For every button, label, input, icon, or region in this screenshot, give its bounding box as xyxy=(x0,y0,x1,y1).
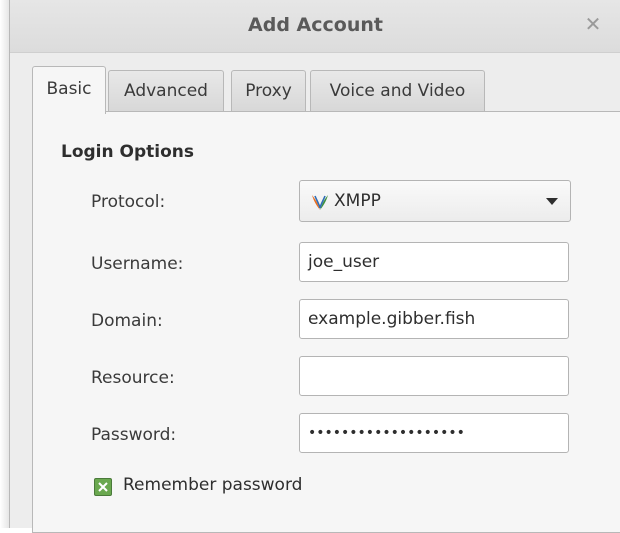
background-edge xyxy=(0,0,9,528)
title-bar[interactable]: Add Account ✕ xyxy=(10,0,620,53)
password-field[interactable]: ••••••••••••••••••• xyxy=(299,413,569,453)
tab-label: Basic xyxy=(46,79,92,99)
tab-voice-and-video[interactable]: Voice and Video xyxy=(310,70,485,111)
tab-label: Proxy xyxy=(245,81,292,101)
basic-tab-panel: Login Options Protocol: XMPP Username: j… xyxy=(32,111,620,533)
close-button[interactable]: ✕ xyxy=(583,12,603,36)
check-icon xyxy=(98,482,108,492)
add-account-dialog: Add Account ✕ Basic Advanced Proxy Voice… xyxy=(9,0,620,533)
tab-label: Voice and Video xyxy=(329,81,466,101)
tab-basic[interactable]: Basic xyxy=(32,66,106,114)
resource-field[interactable] xyxy=(299,356,569,396)
remember-password-checkbox[interactable] xyxy=(94,478,112,496)
domain-field[interactable]: example.gibber.fish xyxy=(299,299,569,339)
xmpp-logo-icon xyxy=(312,195,328,210)
tab-label: Advanced xyxy=(124,81,208,101)
protocol-label: Protocol: xyxy=(91,192,166,212)
remember-password-label[interactable]: Remember password xyxy=(123,475,302,495)
chevron-down-icon xyxy=(546,198,558,205)
dialog-title: Add Account xyxy=(248,14,383,36)
protocol-select[interactable]: XMPP xyxy=(299,180,571,222)
username-field[interactable]: joe_user xyxy=(299,242,569,282)
username-label: Username: xyxy=(91,254,184,274)
tab-proxy[interactable]: Proxy xyxy=(231,70,306,111)
password-label: Password: xyxy=(91,425,177,445)
tab-advanced[interactable]: Advanced xyxy=(108,70,224,111)
close-icon: ✕ xyxy=(584,12,602,36)
protocol-value: XMPP xyxy=(334,191,381,211)
section-title-login-options: Login Options xyxy=(61,142,195,162)
domain-label: Domain: xyxy=(91,311,163,331)
resource-label: Resource: xyxy=(91,368,175,388)
